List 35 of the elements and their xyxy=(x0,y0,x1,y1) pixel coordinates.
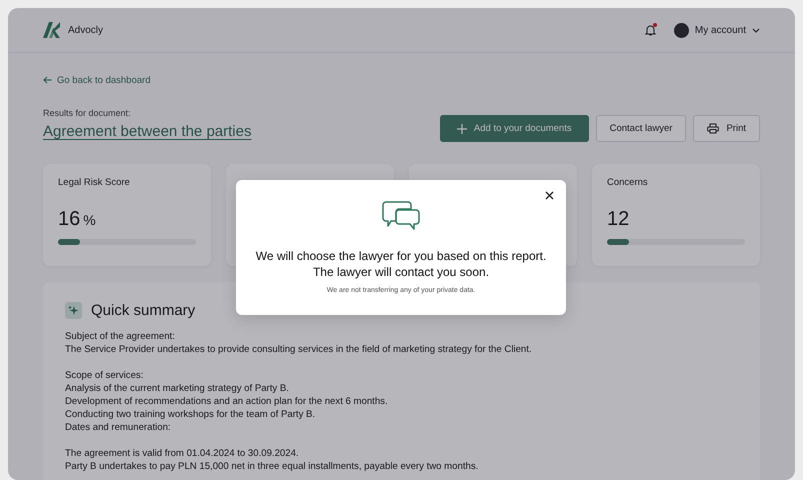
arrow-left-icon xyxy=(43,76,52,84)
summary-line: Development of recommendations and an action plan for the next 6 months. xyxy=(65,395,389,408)
summary-line: Party B undertakes to pay PLN 15,000 net in three equal installments, payable every two months. xyxy=(65,460,480,473)
back-link[interactable]: Go back to dashboard xyxy=(43,74,150,86)
avatar[interactable] xyxy=(674,22,689,38)
summary-line: Conducting two training workshops for the team of Party B. xyxy=(65,408,316,421)
card-title: Concerns xyxy=(607,177,649,188)
chevron-down-icon[interactable] xyxy=(752,28,760,32)
score-value: 16 xyxy=(58,208,80,231)
card-title: Legal Risk Score xyxy=(58,177,131,188)
action-button[interactable]: Contact lawyer xyxy=(596,115,686,142)
printer-icon xyxy=(707,123,720,134)
summary-line: Dates and remuneration: xyxy=(65,421,172,434)
action-button[interactable]: Print xyxy=(693,115,760,142)
summary-line: The agreement is valid from 01.04.2024 to 30.09.2024. xyxy=(65,447,300,460)
section-title: Quick summary xyxy=(91,302,196,319)
summary-line: Analysis of the current marketing strategy of Party B. xyxy=(65,382,290,395)
action-button[interactable]: Add to your documents xyxy=(440,115,589,142)
logo-icon xyxy=(43,22,60,38)
summary-line: Subject of the agreement: xyxy=(65,330,176,343)
plus-icon xyxy=(456,124,467,134)
brand-name: Advocly xyxy=(68,24,104,36)
document-title-link[interactable]: Agreement between the parties xyxy=(43,123,252,140)
summary-line: Scope of services: xyxy=(65,369,144,382)
close-icon xyxy=(545,191,554,200)
modal-message: We will choose the lawyer for you based on this report. xyxy=(256,249,546,264)
score-unit: % xyxy=(83,212,96,228)
close-button[interactable] xyxy=(543,189,556,202)
notification-bell-icon[interactable] xyxy=(644,24,656,36)
modal-message: The lawyer will contact you soon. xyxy=(312,264,490,280)
summary-line: The Service Provider undertakes to provide consulting services in the field of marketing strategy for the Client. xyxy=(65,343,533,356)
sparkle-icon xyxy=(65,302,82,319)
document-caption: Results for document: xyxy=(43,108,132,118)
account-menu[interactable]: My account xyxy=(694,24,746,36)
score-value: 12 xyxy=(607,208,630,231)
